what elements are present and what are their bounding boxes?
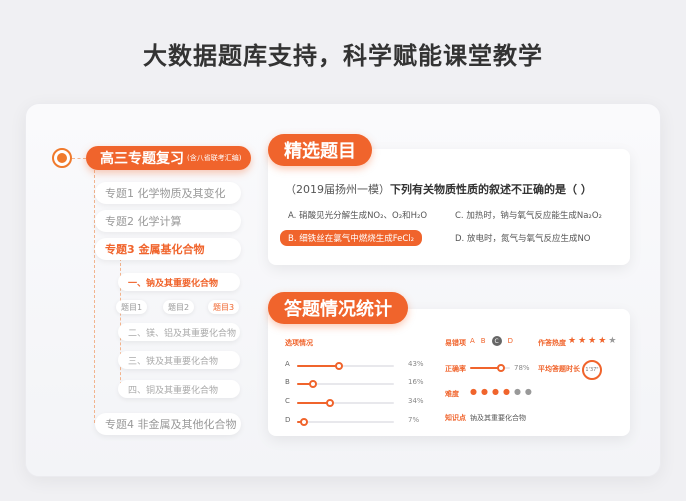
tree-topic-label: 专题4 非金属及其他化合物 bbox=[105, 418, 237, 431]
answer-letter-d: D bbox=[507, 337, 513, 345]
wrong-answer-label: 易错项 bbox=[445, 339, 466, 347]
tree-subtopic-label: 一、钠及其重要化合物 bbox=[128, 278, 219, 289]
option-bar-percent: 7% bbox=[408, 416, 420, 424]
answer-letter-c: C bbox=[491, 336, 502, 346]
option-bar-fill bbox=[297, 365, 339, 367]
option-bar-knob bbox=[326, 399, 334, 407]
option-bar-track bbox=[297, 380, 394, 388]
drop-icon: ● bbox=[524, 387, 532, 396]
question-card-title: 精选题目 bbox=[268, 134, 372, 166]
tree-connector bbox=[94, 170, 95, 423]
option-bar-row: B bbox=[285, 378, 425, 390]
knowledge-point-label: 知识点 bbox=[445, 414, 466, 422]
tree-subtopic-4[interactable]: 四、铜及其重要化合物 bbox=[118, 380, 240, 398]
option-bar-letter: D bbox=[285, 416, 291, 424]
option-bar-letter: A bbox=[285, 360, 290, 368]
star-icon: ★ bbox=[608, 336, 617, 346]
tree-connector bbox=[72, 158, 86, 159]
tree-topic-label: 专题1 化学物质及其变化 bbox=[105, 187, 226, 200]
drop-icon: ● bbox=[491, 387, 499, 396]
tree-root-sublabel: (含八省联考汇编) bbox=[187, 154, 242, 162]
avg-time-label: 平均答题时长 bbox=[538, 365, 580, 373]
question-tag-1[interactable]: 题目1 bbox=[116, 300, 148, 314]
drop-icon: ● bbox=[470, 387, 477, 396]
option-a[interactable]: A. 硝酸见光分解生成NO₂、O₂和H₂O bbox=[288, 209, 427, 221]
drop-icon: ● bbox=[502, 387, 510, 396]
option-bar-knob bbox=[309, 380, 317, 388]
tree-topic-2[interactable]: 专题2 化学计算 bbox=[95, 210, 241, 232]
option-c[interactable]: C. 加热时，钠与氧气反应能生成Na₂O₂ bbox=[455, 209, 602, 221]
popularity-stars: ★ ★ ★ ★ ★ bbox=[568, 336, 616, 346]
popularity-label: 作答热度 bbox=[538, 339, 566, 347]
tree-topic-3[interactable]: 专题3 金属基化合物 bbox=[95, 238, 241, 260]
star-icon: ★ bbox=[568, 336, 577, 346]
answer-letter-a: A bbox=[470, 337, 475, 345]
tree-subtopic-2[interactable]: 二、镁、铝及其重要化合物 bbox=[118, 323, 240, 341]
tree-subtopic-label: 二、镁、铝及其重要化合物 bbox=[128, 328, 237, 339]
tree-subtopic-1[interactable]: 一、钠及其重要化合物 bbox=[118, 273, 240, 291]
correct-rate-track bbox=[470, 364, 510, 372]
stats-card-title: 答题情况统计 bbox=[268, 292, 408, 324]
tree-subtopic-label: 三、铁及其重要化合物 bbox=[128, 356, 219, 367]
option-bar-row: C bbox=[285, 397, 425, 409]
tree-topic-label: 专题3 金属基化合物 bbox=[105, 243, 205, 256]
avg-time-value: 1'37" bbox=[585, 367, 599, 373]
tree-topic-1[interactable]: 专题1 化学物质及其变化 bbox=[95, 182, 241, 204]
question-card bbox=[268, 149, 630, 265]
option-bar-knob bbox=[335, 362, 343, 370]
drop-icon: ● bbox=[480, 387, 488, 396]
star-icon: ★ bbox=[598, 336, 607, 346]
question-tag-2[interactable]: 题目2 bbox=[163, 300, 195, 314]
difficulty-label: 难度 bbox=[445, 390, 459, 398]
option-bar-knob bbox=[300, 418, 308, 426]
question-text: 下列有关物质性质的叙述不正确的是（ ） bbox=[390, 183, 592, 196]
knowledge-tree-icon bbox=[52, 148, 72, 168]
question-source: （2019届扬州一模） bbox=[285, 183, 390, 196]
option-bar-letter: B bbox=[285, 378, 290, 386]
option-bar-percent: 16% bbox=[408, 378, 424, 386]
correct-rate-label: 正确率 bbox=[445, 365, 466, 373]
star-icon: ★ bbox=[578, 336, 587, 346]
star-icon: ★ bbox=[588, 336, 597, 346]
option-bar-percent: 34% bbox=[408, 397, 424, 405]
option-bar-row: D bbox=[285, 416, 425, 428]
difficulty-drops: ● ● ● ● ● ● bbox=[470, 387, 532, 396]
tree-topic-4[interactable]: 专题4 非金属及其他化合物 bbox=[95, 413, 241, 435]
knowledge-point-value: 钠及其重要化合物 bbox=[470, 414, 526, 422]
option-bar-track bbox=[297, 399, 394, 407]
tree-root-label: 高三专题复习 bbox=[100, 151, 184, 167]
option-b[interactable]: B. 细铁丝在氯气中燃烧生成FeCl₂ bbox=[280, 230, 423, 246]
tree-root-node[interactable]: 高三专题复习 (含八省联考汇编) bbox=[86, 146, 252, 170]
option-bar-track bbox=[297, 418, 394, 426]
option-bar-row: A bbox=[285, 360, 425, 372]
tree-subtopic-3[interactable]: 三、铁及其重要化合物 bbox=[118, 351, 240, 369]
option-d[interactable]: D. 放电时，氮气与氧气反应生成NO bbox=[455, 232, 591, 244]
option-bar-letter: C bbox=[285, 397, 290, 405]
options-label: 选项情况 bbox=[285, 339, 313, 347]
option-bar-track bbox=[297, 362, 394, 370]
tree-subtopic-label: 四、铜及其重要化合物 bbox=[128, 385, 219, 396]
question-stem: （2019届扬州一模）下列有关物质性质的叙述不正确的是（ ） bbox=[285, 181, 592, 197]
correct-rate-knob bbox=[497, 364, 505, 372]
tree-topic-label: 专题2 化学计算 bbox=[105, 215, 182, 228]
avg-time-timer: 1'37" bbox=[582, 360, 602, 380]
option-bar-percent: 43% bbox=[408, 360, 424, 368]
answer-letter-b: B bbox=[480, 337, 486, 345]
question-tag-3[interactable]: 题目3 bbox=[208, 300, 240, 314]
drop-icon: ● bbox=[513, 387, 521, 396]
correct-rate-value: 78% bbox=[514, 364, 530, 372]
page-headline: 大数据题库支持，科学赋能课堂教学 bbox=[143, 42, 543, 70]
wrong-answer-letters: A B C D bbox=[470, 336, 513, 346]
